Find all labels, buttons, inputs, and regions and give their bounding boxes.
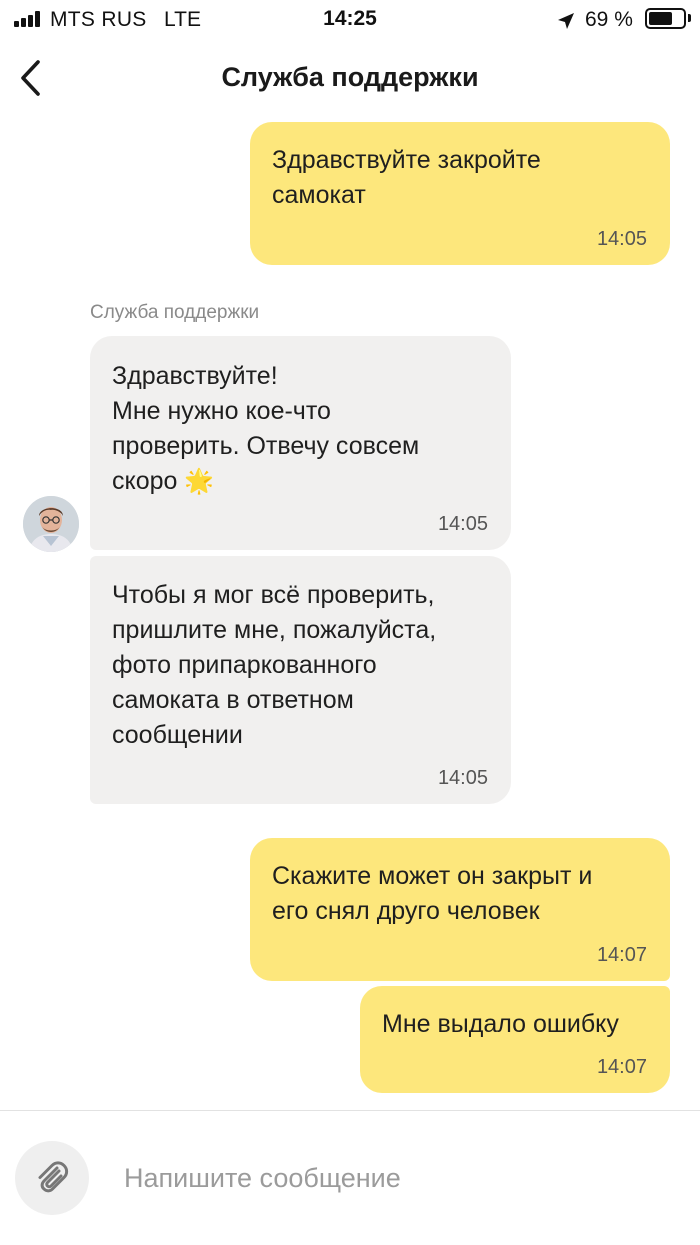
battery-icon [645,8,686,29]
message-time: 14:05 [437,513,488,535]
avatar[interactable] [23,496,79,552]
message-text: Здравствуйте закройте самокат [272,146,541,209]
glowing-star-emoji: 🌟 [184,468,215,495]
attach-button[interactable] [15,1141,89,1215]
page-title: Служба поддержки [221,62,479,92]
battery-percent: 69 % [585,8,633,31]
location-arrow-icon [558,13,574,29]
sender-name: Служба поддержки [90,302,260,323]
message-bubble-outgoing[interactable]: Скажите может он закрыт и его снял друго… [250,838,670,981]
message-bubble-outgoing[interactable]: Здравствуйте закройте самокат 14:05 [250,122,670,265]
message-bubble-incoming[interactable]: Чтобы я мог всё проверить, пришлите мне,… [90,556,511,804]
message-time: 14:05 [596,228,647,250]
battery-cap [688,14,691,22]
message-bubble-outgoing[interactable]: Мне выдало ошибку 14:07 [360,986,670,1093]
status-bar: MTS RUS LTE 14:25 69 % [0,0,700,40]
nav-bar: Служба поддержки [0,42,700,116]
message-text: Чтобы я мог всё проверить, пришлите мне,… [112,581,437,749]
message-text: Скажите может он закрыт и его снял друго… [272,862,593,925]
message-text: Здравствуйте! Мне нужно кое-что проверит… [112,362,420,495]
support-agent-avatar-icon [23,496,79,552]
message-time: 14:05 [437,767,488,789]
paperclip-icon [38,1161,69,1193]
message-time: 14:07 [596,1056,647,1078]
message-bubble-incoming[interactable]: Здравствуйте! Мне нужно кое-что проверит… [90,336,511,550]
message-text: Мне выдало ошибку [382,1010,619,1038]
message-time: 14:07 [596,944,647,966]
composer-divider [0,1110,700,1111]
message-input[interactable] [112,1150,672,1206]
